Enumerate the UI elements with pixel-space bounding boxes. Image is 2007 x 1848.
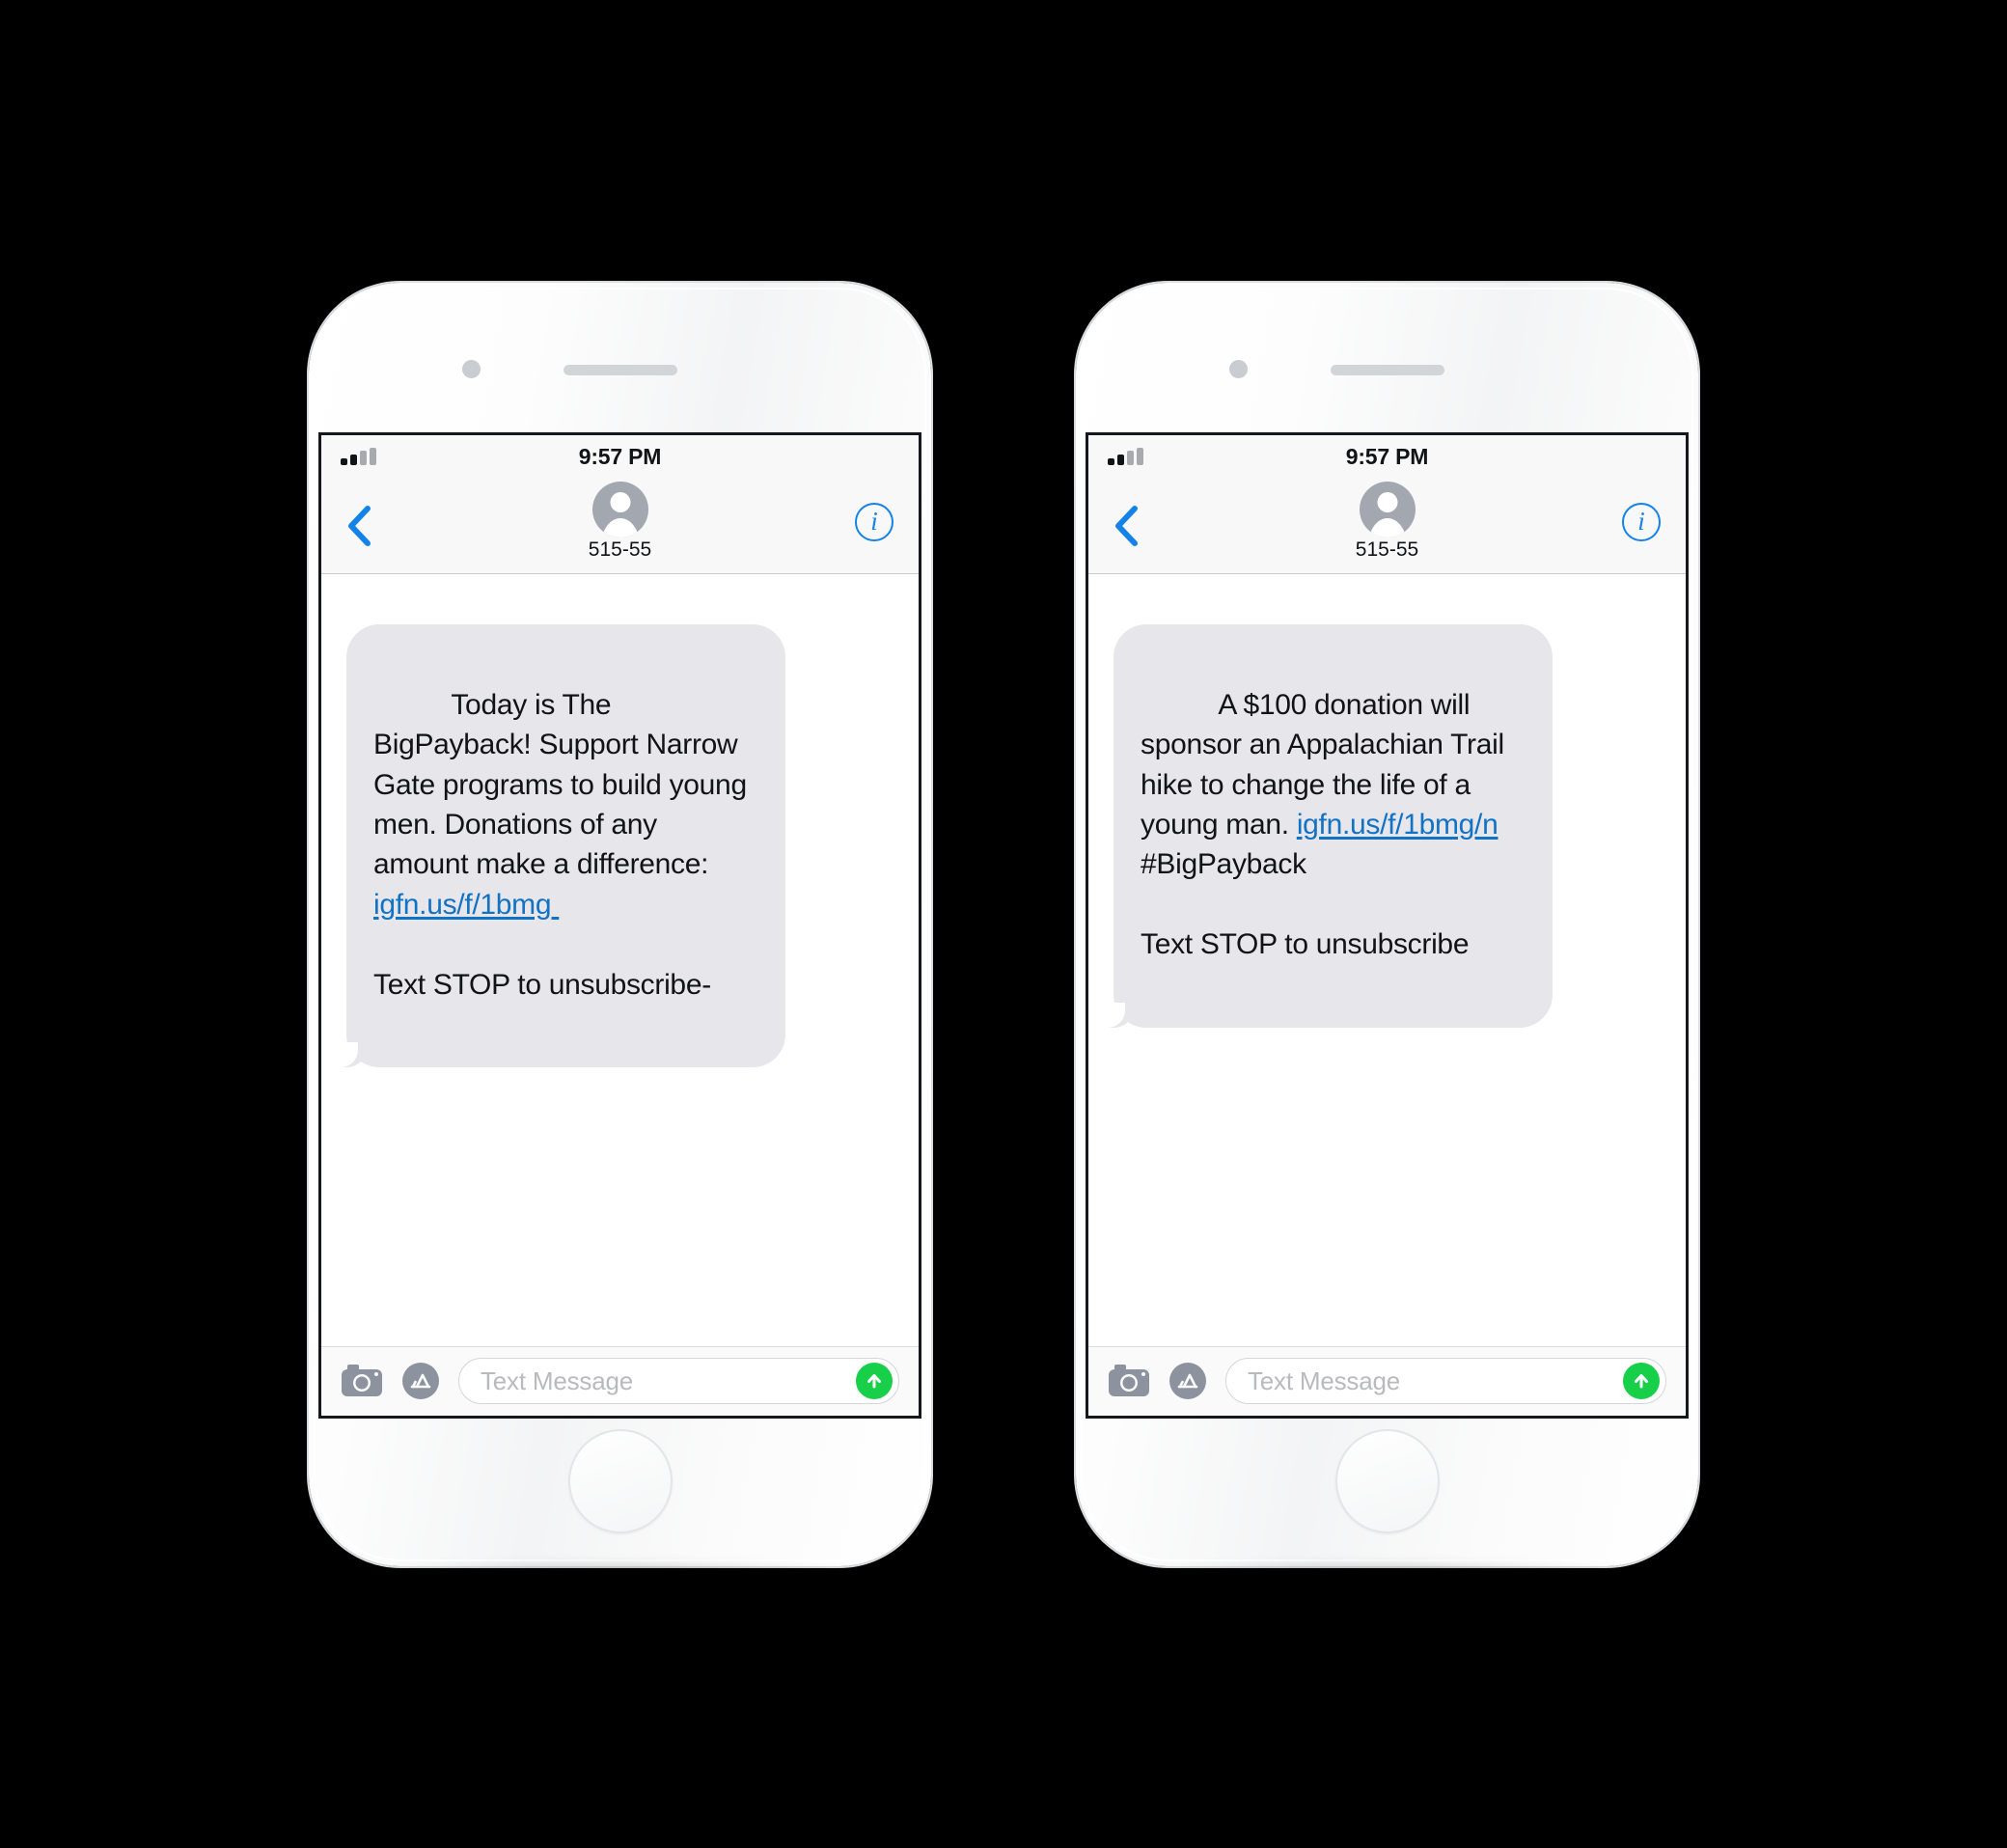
contact-name: 515-55 — [1355, 538, 1419, 561]
camera-icon[interactable] — [1108, 1364, 1150, 1398]
phone-screen-left: 9:57 PM 515-55 i Today is The BigPayback… — [318, 431, 921, 1419]
message-input-bar: Text Message — [1088, 1345, 1686, 1416]
status-time: 9:57 PM — [578, 444, 662, 469]
send-button[interactable] — [856, 1363, 893, 1399]
status-bar: 9:57 PM — [1088, 434, 1686, 480]
message-placeholder: Text Message — [1248, 1365, 1401, 1395]
info-icon[interactable]: i — [855, 502, 894, 541]
phone-mockup-stage: 9:57 PM 515-55 i Today is The BigPayback… — [0, 0, 2007, 1848]
message-bubble-received: Today is The BigPayback! Support Narrow … — [337, 623, 785, 1068]
app-store-icon[interactable] — [1168, 1361, 1208, 1401]
conversation-area: Today is The BigPayback! Support Narrow … — [321, 573, 919, 1346]
conversation-area: A $100 donation will sponsor an Appalach… — [1088, 573, 1686, 1346]
front-camera-icon — [461, 359, 481, 378]
camera-icon[interactable] — [341, 1364, 383, 1398]
send-button[interactable] — [1623, 1363, 1660, 1399]
avatar — [1359, 481, 1416, 538]
home-button[interactable] — [567, 1428, 673, 1533]
navigation-bar: 515-55 i — [321, 479, 919, 574]
back-button[interactable] — [1113, 505, 1139, 549]
app-store-icon[interactable] — [400, 1361, 441, 1401]
message-text: Today is The BigPayback! Support Narrow … — [373, 688, 755, 1001]
earpiece-speaker — [1330, 364, 1444, 375]
home-button[interactable] — [1334, 1428, 1440, 1533]
back-button[interactable] — [346, 505, 371, 549]
message-bubble-received: A $100 donation will sponsor an Appalach… — [1104, 623, 1553, 1029]
info-icon[interactable]: i — [1622, 502, 1661, 541]
status-time: 9:57 PM — [1345, 444, 1429, 469]
navigation-bar: 515-55 i — [1088, 479, 1686, 574]
avatar — [591, 481, 648, 538]
phone-screen-right: 9:57 PM 515-55 i A $100 donation will sp… — [1086, 431, 1689, 1419]
contact-name: 515-55 — [588, 538, 652, 561]
contact-header: 515-55 — [1088, 481, 1686, 562]
message-text: A $100 donation will sponsor an Appalach… — [1141, 688, 1512, 961]
status-bar: 9:57 PM — [321, 434, 919, 480]
iphone-mockup-left: 9:57 PM 515-55 i Today is The BigPayback… — [309, 282, 931, 1566]
message-text-field[interactable]: Text Message — [458, 1358, 899, 1404]
earpiece-speaker — [563, 364, 677, 375]
front-camera-icon — [1228, 359, 1248, 378]
message-link[interactable]: igfn.us/f/1bmg/n — [1297, 809, 1498, 841]
message-placeholder: Text Message — [481, 1365, 634, 1395]
message-text-field[interactable]: Text Message — [1225, 1358, 1666, 1404]
contact-header: 515-55 — [321, 481, 919, 562]
message-input-bar: Text Message — [321, 1345, 919, 1416]
message-link[interactable]: igfn.us/f/1bmg — [373, 889, 559, 921]
iphone-mockup-right: 9:57 PM 515-55 i A $100 donation will sp… — [1076, 282, 1698, 1566]
